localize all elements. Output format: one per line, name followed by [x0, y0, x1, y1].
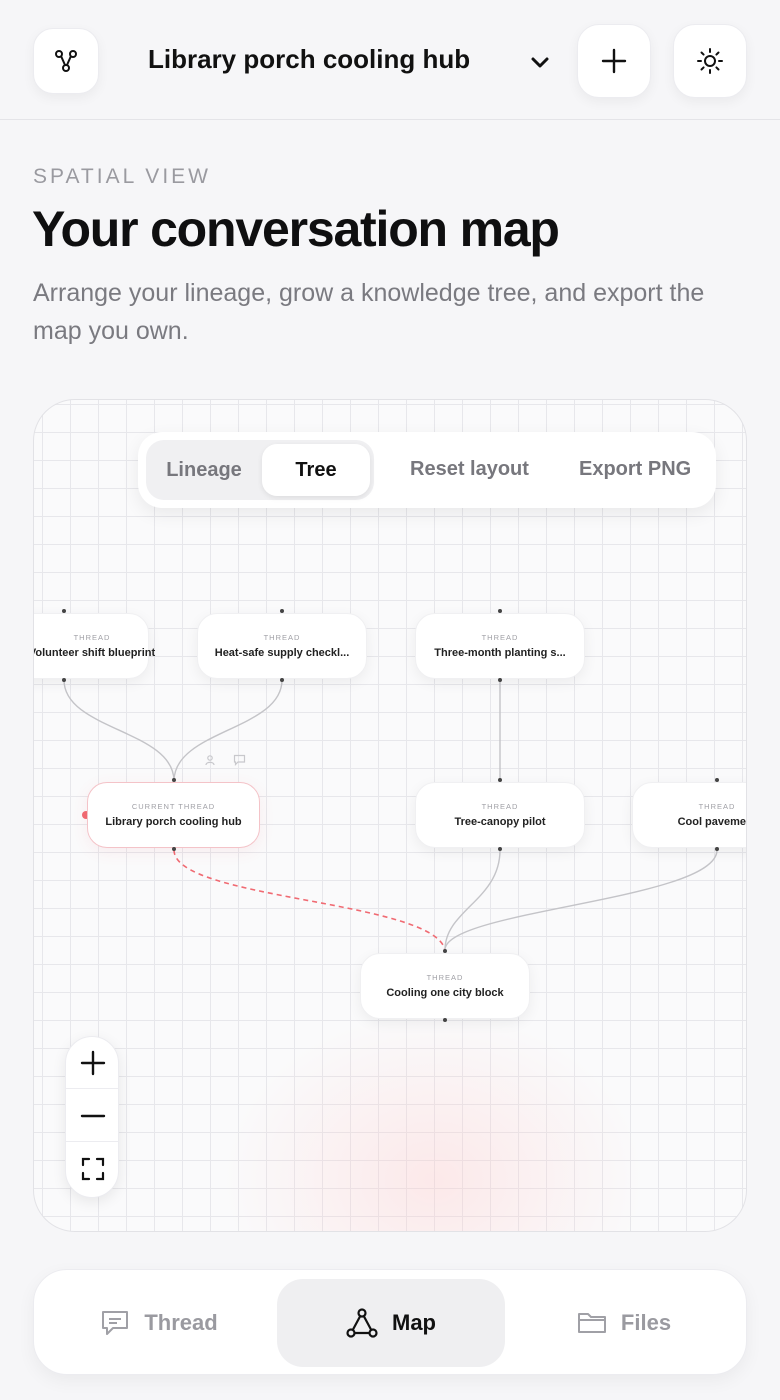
plus-icon: [80, 1050, 106, 1075]
map-node[interactable]: THREAD Heat-safe supply checkl...: [197, 613, 367, 679]
node-title: Cooling one city block: [386, 987, 504, 999]
node-kind: THREAD: [481, 802, 519, 811]
node-port: [715, 847, 719, 851]
node-kind: THREAD: [698, 802, 736, 811]
export-png-button[interactable]: Export PNG: [579, 458, 691, 481]
minus-icon: [80, 1114, 106, 1117]
edge-pavement-to-block: [444, 849, 718, 951]
node-kind: THREAD: [73, 633, 111, 642]
page-title: Your conversation map: [32, 201, 560, 257]
chat-bubble-icon: [102, 1311, 129, 1335]
fit-view-button[interactable]: [66, 1143, 118, 1195]
node-port: [172, 847, 176, 851]
map-node[interactable]: THREAD Volunteer shift blueprint: [34, 613, 155, 679]
node-title: Cool pavement: [677, 816, 747, 828]
comment-icon[interactable]: [233, 754, 246, 766]
edge-volunteer-to-current: [63, 679, 175, 782]
app-logo-button[interactable]: [33, 28, 99, 94]
reset-layout-button[interactable]: Reset layout: [410, 458, 529, 481]
node-port: [443, 1018, 447, 1022]
node-title: Tree-canopy pilot: [454, 816, 546, 828]
map-node[interactable]: THREAD Tree-canopy pilot: [415, 782, 585, 848]
node-port: [443, 949, 447, 953]
bottom-navigation: Thread Map Files: [33, 1269, 747, 1375]
project-title[interactable]: Library porch cooling hub: [148, 44, 470, 75]
zoom-out-button[interactable]: [66, 1090, 118, 1142]
zoom-controls: [65, 1036, 119, 1198]
page-description: Arrange your lineage, grow a knowledge t…: [33, 279, 705, 345]
folder-icon: [577, 1313, 606, 1333]
theme-toggle-button[interactable]: [673, 24, 747, 98]
node-title: Volunteer shift blueprint: [33, 647, 156, 659]
tab-map-label: Map: [392, 1310, 436, 1335]
tab-thread[interactable]: Thread: [46, 1279, 272, 1367]
tab-map[interactable]: Map: [277, 1279, 505, 1367]
chevron-down-icon: [531, 57, 549, 68]
tab-files[interactable]: Files: [511, 1279, 737, 1367]
node-port: [498, 778, 502, 782]
add-button[interactable]: [577, 24, 651, 98]
view-mode-tree[interactable]: Tree: [262, 444, 370, 496]
node-port: [280, 678, 284, 682]
view-mode-lineage[interactable]: Lineage: [150, 444, 258, 496]
person-icon[interactable]: [204, 754, 216, 766]
node-port: [172, 778, 176, 782]
map-node[interactable]: THREAD Three-month planting s...: [415, 613, 585, 679]
node-title: Library porch cooling hub: [105, 816, 242, 828]
node-port: [498, 678, 502, 682]
current-thread-node[interactable]: CURRENT THREAD Library porch cooling hub: [87, 782, 260, 848]
tab-files-label: Files: [620, 1310, 672, 1335]
section-eyebrow: SPATIAL VIEW: [33, 165, 211, 188]
graph-nodes-icon: [55, 50, 77, 72]
triangle-nodes-icon: [346, 1308, 378, 1338]
view-mode-toggle: Lineage Tree: [146, 440, 374, 500]
fit-screen-icon: [81, 1157, 105, 1181]
map-node[interactable]: THREAD Cool pavement: [632, 782, 747, 848]
node-title: Heat-safe supply checkl...: [214, 647, 350, 659]
node-title: Three-month planting s...: [434, 647, 566, 659]
map-node[interactable]: THREAD Cooling one city block: [360, 953, 530, 1019]
plus-icon: [601, 48, 627, 74]
edge-canopy-to-block: [444, 849, 501, 951]
node-port: [498, 847, 502, 851]
node-port: [62, 609, 66, 613]
node-port: [62, 678, 66, 682]
map-toolbar: Lineage Tree Reset layout Export PNG: [138, 432, 716, 508]
node-port: [498, 609, 502, 613]
edge-current-to-block: [173, 849, 446, 951]
sun-icon: [697, 48, 723, 74]
tab-thread-label: Thread: [144, 1310, 218, 1335]
node-port: [280, 609, 284, 613]
node-port: [715, 778, 719, 782]
map-canvas[interactable]: THREAD Volunteer shift blueprint THREAD …: [33, 399, 747, 1232]
node-kind: THREAD: [426, 973, 464, 982]
node-kind: CURRENT THREAD: [131, 802, 216, 811]
edge-supply-to-current: [173, 679, 283, 782]
node-kind: THREAD: [481, 633, 519, 642]
node-kind: THREAD: [263, 633, 301, 642]
app-header: Library porch cooling hub: [0, 0, 780, 120]
zoom-in-button[interactable]: [66, 1037, 118, 1089]
project-dropdown[interactable]: [522, 44, 558, 80]
